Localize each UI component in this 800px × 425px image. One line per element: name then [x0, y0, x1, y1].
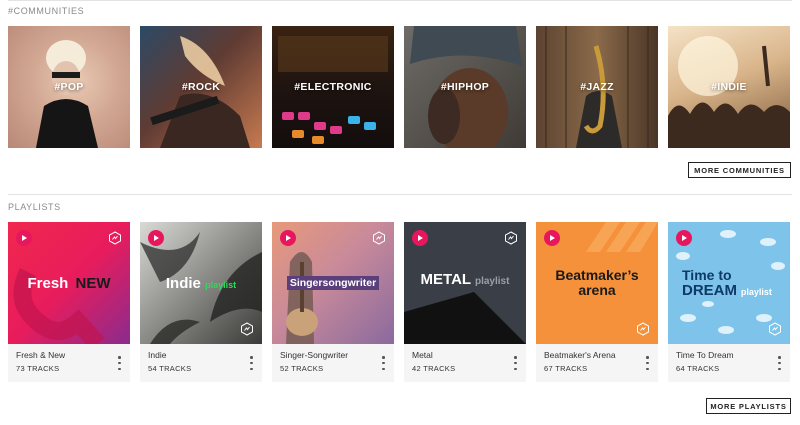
- art-title-main: Singersongwriter: [286, 276, 380, 290]
- playlist-meta: Indie 54 TRACKS: [140, 344, 262, 382]
- playlist-name[interactable]: Singer-Songwriter: [280, 350, 386, 360]
- playlist-art-title: METAL playlist: [404, 272, 526, 288]
- hexagon-logo-icon: [373, 231, 385, 245]
- art-title-main: Indie: [165, 275, 201, 292]
- art-title-suffix: playlist: [740, 286, 772, 297]
- playlist-track-count: 54 TRACKS: [148, 364, 192, 373]
- art-title-main: METAL: [420, 271, 471, 288]
- playlist-name[interactable]: Beatmaker's Arena: [544, 350, 650, 360]
- community-tag: #HIPHOP: [440, 81, 490, 93]
- play-icon[interactable]: [544, 230, 560, 246]
- playlist-art-title: Time to DREAM playlist: [668, 268, 790, 298]
- community-tag: #POP: [54, 81, 84, 93]
- hexagon-logo-icon: [637, 322, 649, 336]
- playlist-meta: Time To Dream 64 TRACKS: [668, 344, 790, 382]
- hexagon-logo-icon: [109, 231, 121, 245]
- playlist-track-count: 67 TRACKS: [544, 364, 588, 373]
- playlist-art-title: Fresh NEW: [8, 276, 130, 292]
- playlist-card-time-to-dream[interactable]: Time to DREAM playlist Time To Dream 64 …: [668, 222, 790, 382]
- community-card-hiphop[interactable]: #HIPHOP: [404, 26, 526, 148]
- playlist-card-fresh-new[interactable]: Fresh NEW Fresh & New 73 TRACKS: [8, 222, 130, 382]
- art-title-main: Fresh: [27, 275, 69, 292]
- hexagon-logo-icon: [769, 322, 781, 336]
- playlist-name[interactable]: Metal: [412, 350, 518, 360]
- playlist-meta: Metal 42 TRACKS: [404, 344, 526, 382]
- community-card-pop[interactable]: #POP: [8, 26, 130, 148]
- playlist-track-count: 42 TRACKS: [412, 364, 456, 373]
- community-card-indie[interactable]: #INDIE: [668, 26, 790, 148]
- art-title-accent: playlist: [474, 276, 510, 287]
- playlist-track-count: 73 TRACKS: [16, 364, 60, 373]
- playlists-heading: PLAYLISTS: [8, 202, 61, 212]
- hexagon-logo-icon: [241, 322, 253, 336]
- more-vertical-icon[interactable]: [778, 356, 782, 370]
- playlist-track-count: 52 TRACKS: [280, 364, 324, 373]
- community-tag: #JAZZ: [580, 81, 614, 93]
- playlist-art-title: Beatmaker’s arena: [536, 268, 658, 297]
- playlists-divider: [8, 194, 792, 195]
- playlist-art-title: Singersongwriter: [272, 276, 394, 290]
- playlist-card-singer-songwriter[interactable]: Singersongwriter Singer-Songwriter 52 TR…: [272, 222, 394, 382]
- more-vertical-icon[interactable]: [514, 356, 518, 370]
- more-playlists-button[interactable]: MORE PLAYLISTS: [706, 398, 791, 414]
- community-card-jazz[interactable]: #JAZZ: [536, 26, 658, 148]
- art-title-main: Beatmaker’s: [555, 267, 639, 283]
- playlist-meta: Fresh & New 73 TRACKS: [8, 344, 130, 382]
- hexagon-logo-icon: [505, 231, 517, 245]
- community-card-electronic[interactable]: #ELECTRONIC: [272, 26, 394, 148]
- playlist-name[interactable]: Indie: [148, 350, 254, 360]
- more-vertical-icon[interactable]: [118, 356, 122, 370]
- playlist-name[interactable]: Time To Dream: [676, 350, 782, 360]
- community-card-rock[interactable]: #ROCK: [140, 26, 262, 148]
- art-title-accent: arena: [578, 281, 616, 298]
- play-icon[interactable]: [148, 230, 164, 246]
- playlist-art[interactable]: METAL playlist: [404, 222, 526, 344]
- play-icon[interactable]: [280, 230, 296, 246]
- community-tag: #INDIE: [711, 81, 747, 93]
- playlist-card-indie[interactable]: Indie playlist Indie 54 TRACKS: [140, 222, 262, 382]
- playlist-card-beatmakers-arena[interactable]: Beatmaker’s arena Beatmaker's Arena 67 T…: [536, 222, 658, 382]
- playlist-art[interactable]: Beatmaker’s arena: [536, 222, 658, 344]
- playlist-art-title: Indie playlist: [140, 276, 262, 292]
- art-title-accent: playlist: [205, 280, 237, 290]
- playlist-art[interactable]: Singersongwriter: [272, 222, 394, 344]
- playlist-name[interactable]: Fresh & New: [16, 350, 122, 360]
- playlist-meta: Beatmaker's Arena 67 TRACKS: [536, 344, 658, 382]
- playlist-meta: Singer-Songwriter 52 TRACKS: [272, 344, 394, 382]
- playlist-art[interactable]: Time to DREAM playlist: [668, 222, 790, 344]
- art-title-main: Time to: [682, 267, 732, 283]
- more-vertical-icon[interactable]: [646, 356, 650, 370]
- art-title-accent: DREAM: [682, 281, 737, 299]
- community-tag: #ROCK: [181, 81, 221, 93]
- play-icon[interactable]: [16, 230, 32, 246]
- more-vertical-icon[interactable]: [250, 356, 254, 370]
- top-divider: [8, 0, 792, 1]
- community-tag: #ELECTRONIC: [294, 81, 372, 93]
- playlist-track-count: 64 TRACKS: [676, 364, 720, 373]
- playlist-art[interactable]: Indie playlist: [140, 222, 262, 344]
- communities-heading: #COMMUNITIES: [8, 6, 85, 16]
- playlist-card-metal[interactable]: METAL playlist Metal 42 TRACKS: [404, 222, 526, 382]
- playlist-art[interactable]: Fresh NEW: [8, 222, 130, 344]
- play-icon[interactable]: [676, 230, 692, 246]
- more-vertical-icon[interactable]: [382, 356, 386, 370]
- art-title-accent: NEW: [75, 275, 111, 292]
- more-communities-button[interactable]: MORE COMMUNITIES: [688, 162, 791, 178]
- play-icon[interactable]: [412, 230, 428, 246]
